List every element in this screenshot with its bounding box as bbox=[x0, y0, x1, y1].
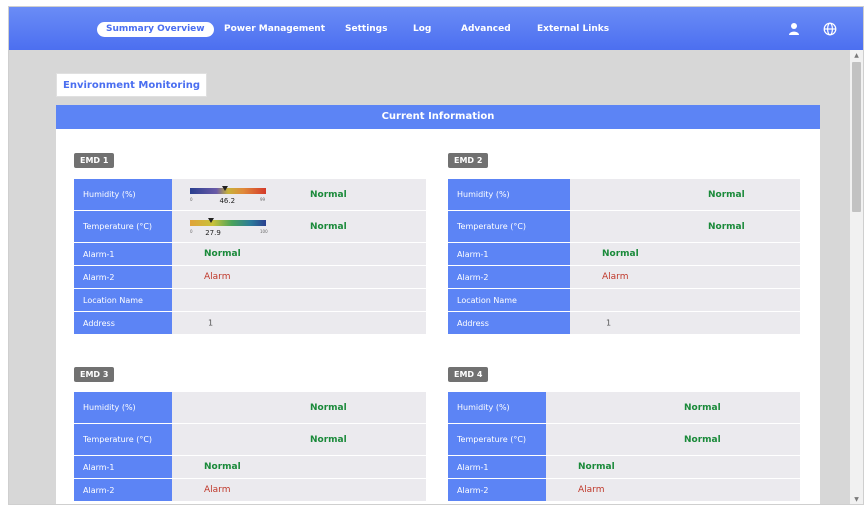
row-label-alarm-2: Alarm-2 bbox=[74, 266, 172, 289]
emd-3-table: Humidity (%) Normal Temperature (°C) Nor… bbox=[74, 392, 426, 502]
humidity-status: Normal bbox=[310, 402, 347, 413]
table-row: Alarm-2 Alarm bbox=[74, 266, 426, 289]
table-row: Alarm-1 Normal bbox=[448, 243, 800, 266]
alarm-2-status: Alarm bbox=[602, 272, 629, 282]
table-row: Alarm-1 Normal bbox=[448, 456, 800, 479]
table-row: Location Name bbox=[448, 289, 800, 312]
nav-advanced[interactable]: Advanced bbox=[461, 22, 511, 37]
humidity-gauge: 0 46.2 99 bbox=[190, 186, 268, 206]
table-row: Humidity (%) Normal bbox=[448, 392, 800, 424]
humidity-status: Normal bbox=[708, 189, 745, 200]
temperature-status: Normal bbox=[708, 221, 745, 232]
humidity-cell: 0 46.2 99 Normal bbox=[172, 179, 426, 211]
table-row: Temperature (°C) Normal bbox=[448, 211, 800, 243]
scroll-up-arrow-icon[interactable]: ▲ bbox=[850, 50, 863, 62]
top-navbar: Summary Overview Power Management Settin… bbox=[9, 7, 863, 50]
alarm-2-status: Alarm bbox=[204, 272, 231, 282]
temperature-status: Normal bbox=[310, 221, 347, 232]
table-row: Humidity (%) Normal bbox=[74, 392, 426, 424]
row-label-alarm-1: Alarm-1 bbox=[448, 456, 546, 479]
row-label-location-name: Location Name bbox=[448, 289, 570, 312]
emd-2-table: Humidity (%) Normal Temperature (°C) Nor… bbox=[448, 179, 800, 335]
table-row: Address 1 bbox=[74, 312, 426, 335]
alarm-1-status: Normal bbox=[204, 462, 241, 472]
table-row: Temperature (°C) Normal bbox=[448, 424, 800, 456]
emd-2-badge: EMD 2 bbox=[448, 153, 489, 168]
table-row: Temperature (°C) Normal bbox=[74, 424, 426, 456]
humidity-value: 46.2 bbox=[219, 197, 236, 205]
table-row: Temperature (°C) 0 27.9 100 Normal bbox=[74, 211, 426, 243]
table-row: Alarm-2 Alarm bbox=[448, 479, 800, 502]
row-label-temperature: Temperature (°C) bbox=[448, 211, 570, 243]
alarm-1-status: Normal bbox=[204, 249, 241, 259]
temperature-max: 100 bbox=[260, 229, 268, 234]
emd-1-badge: EMD 1 bbox=[74, 153, 115, 168]
alarm-2-status: Alarm bbox=[578, 485, 605, 495]
scroll-down-arrow-icon[interactable]: ▼ bbox=[850, 494, 863, 504]
browser-viewport: Summary Overview Power Management Settin… bbox=[8, 6, 864, 505]
row-label-humidity: Humidity (%) bbox=[448, 179, 570, 211]
temperature-cell: 0 27.9 100 Normal bbox=[172, 211, 426, 243]
table-row: Alarm-1 Normal bbox=[74, 243, 426, 266]
row-label-location-name: Location Name bbox=[74, 289, 172, 312]
table-row: Alarm-2 Alarm bbox=[74, 479, 426, 502]
table-row: Location Name bbox=[74, 289, 426, 312]
emd-3-badge: EMD 3 bbox=[74, 367, 115, 382]
vertical-scrollbar[interactable]: ▲ ▼ bbox=[850, 50, 863, 504]
alarm-1-status: Normal bbox=[602, 249, 639, 259]
table-row: Humidity (%) 0 46.2 99 Normal bbox=[74, 179, 426, 211]
alarm-1-status: Normal bbox=[578, 462, 615, 472]
current-information-panel: Current Information EMD 1 Humidity (%) 0… bbox=[56, 105, 820, 504]
humidity-pointer-icon bbox=[222, 186, 229, 191]
table-row: Alarm-1 Normal bbox=[74, 456, 426, 479]
globe-icon[interactable] bbox=[823, 22, 837, 36]
row-label-temperature: Temperature (°C) bbox=[448, 424, 546, 456]
row-label-alarm-2: Alarm-2 bbox=[448, 479, 546, 502]
tab-environment-monitoring[interactable]: Environment Monitoring bbox=[56, 73, 208, 97]
temperature-value: 27.9 bbox=[205, 229, 221, 237]
panel-title: Current Information bbox=[56, 105, 820, 129]
humidity-status: Normal bbox=[684, 402, 721, 413]
nav-power-management[interactable]: Power Management bbox=[224, 22, 325, 37]
humidity-max: 99 bbox=[260, 197, 266, 202]
temperature-status: Normal bbox=[684, 434, 721, 445]
row-label-alarm-1: Alarm-1 bbox=[74, 456, 172, 479]
nav-settings[interactable]: Settings bbox=[345, 22, 387, 37]
humidity-min: 0 bbox=[190, 197, 193, 202]
address-value: 1 bbox=[606, 318, 612, 328]
alarm-2-status: Alarm bbox=[204, 485, 231, 495]
temperature-gauge-bar bbox=[190, 220, 266, 226]
scroll-thumb[interactable] bbox=[852, 62, 861, 212]
row-label-temperature: Temperature (°C) bbox=[74, 424, 172, 456]
temperature-min: 0 bbox=[190, 229, 193, 234]
nav-summary-overview[interactable]: Summary Overview bbox=[97, 22, 214, 37]
row-label-alarm-2: Alarm-2 bbox=[74, 479, 172, 502]
row-label-address: Address bbox=[74, 312, 172, 335]
nav-log[interactable]: Log bbox=[413, 22, 431, 37]
temperature-status: Normal bbox=[310, 434, 347, 445]
temperature-pointer-icon bbox=[208, 218, 215, 223]
emd-1-table: Humidity (%) 0 46.2 99 Normal Temperatur… bbox=[74, 179, 426, 335]
address-value: 1 bbox=[208, 318, 214, 328]
row-label-address: Address bbox=[448, 312, 570, 335]
row-label-humidity: Humidity (%) bbox=[74, 179, 172, 211]
table-row: Humidity (%) Normal bbox=[448, 179, 800, 211]
row-label-humidity: Humidity (%) bbox=[74, 392, 172, 424]
table-row: Address 1 bbox=[448, 312, 800, 335]
temperature-gauge: 0 27.9 100 bbox=[190, 218, 268, 238]
table-row: Alarm-2 Alarm bbox=[448, 266, 800, 289]
row-label-alarm-1: Alarm-1 bbox=[74, 243, 172, 266]
emd-4-badge: EMD 4 bbox=[448, 367, 489, 382]
row-label-alarm-2: Alarm-2 bbox=[448, 266, 570, 289]
user-icon[interactable] bbox=[787, 22, 801, 36]
row-label-humidity: Humidity (%) bbox=[448, 392, 546, 424]
row-label-temperature: Temperature (°C) bbox=[74, 211, 172, 243]
row-label-alarm-1: Alarm-1 bbox=[448, 243, 570, 266]
humidity-status: Normal bbox=[310, 189, 347, 200]
nav-external-links[interactable]: External Links bbox=[537, 22, 609, 37]
emd-4-table: Humidity (%) Normal Temperature (°C) Nor… bbox=[448, 392, 800, 502]
